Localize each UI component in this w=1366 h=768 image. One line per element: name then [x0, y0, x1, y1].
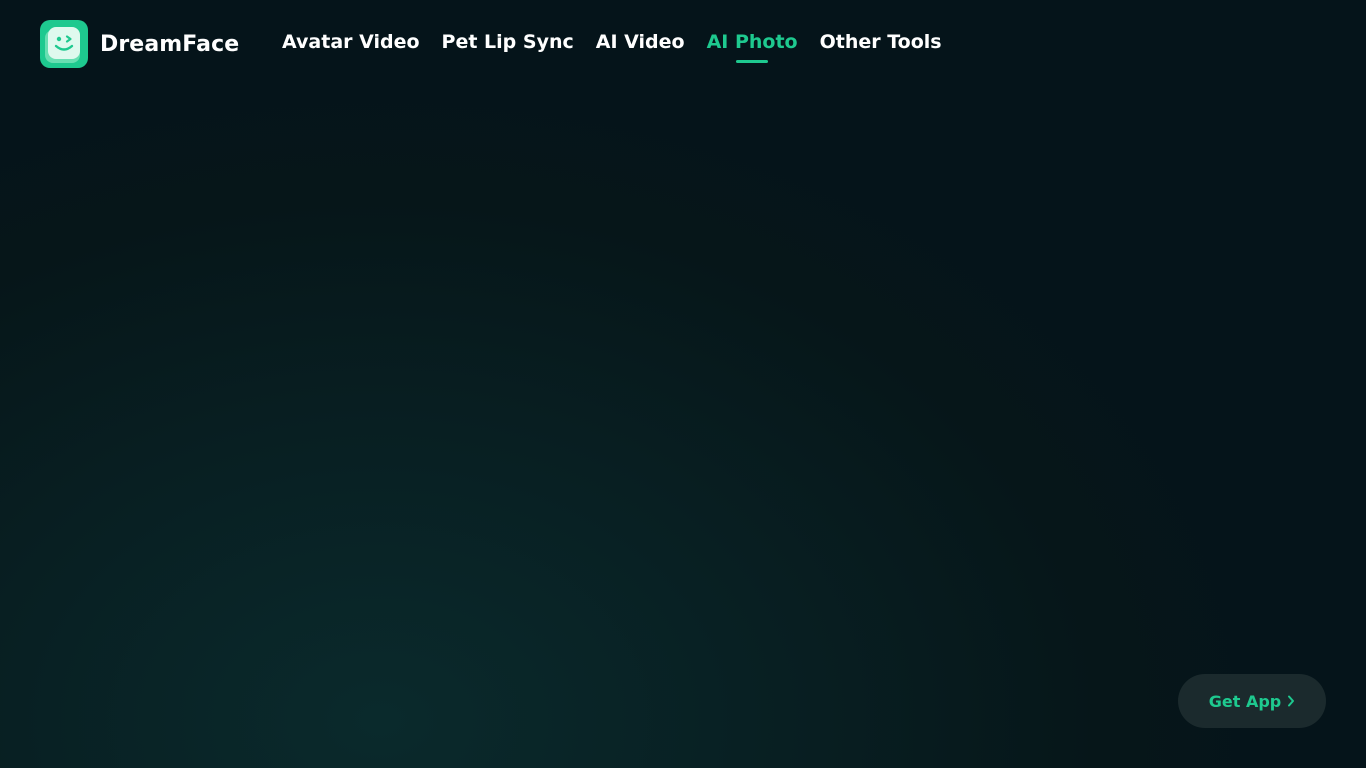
active-nav-indicator	[736, 60, 769, 63]
nav-item-ai-video[interactable]: AI Video	[596, 30, 685, 54]
smiley-face-app-icon	[40, 20, 88, 68]
brand-logo-link[interactable]: DreamFace	[40, 20, 239, 68]
nav-item-ai-photo[interactable]: AI Photo	[706, 30, 798, 63]
brand-name: DreamFace	[100, 31, 240, 57]
get-app-label: Get App	[1208, 691, 1282, 711]
main-nav: Avatar Video Pet Lip Sync AI Video AI Ph…	[282, 30, 942, 63]
nav-item-pet-lip-sync[interactable]: Pet Lip Sync	[442, 30, 574, 54]
nav-item-avatar-video[interactable]: Avatar Video	[282, 30, 420, 54]
get-app-button[interactable]: Get App	[1178, 674, 1326, 728]
nav-item-other-tools[interactable]: Other Tools	[820, 30, 942, 54]
site-header: DreamFace Avatar Video Pet Lip Sync AI V…	[0, 0, 1366, 86]
nav-item-ai-photo-label: AI Photo	[706, 31, 798, 53]
chevron-right-icon	[1288, 695, 1295, 707]
